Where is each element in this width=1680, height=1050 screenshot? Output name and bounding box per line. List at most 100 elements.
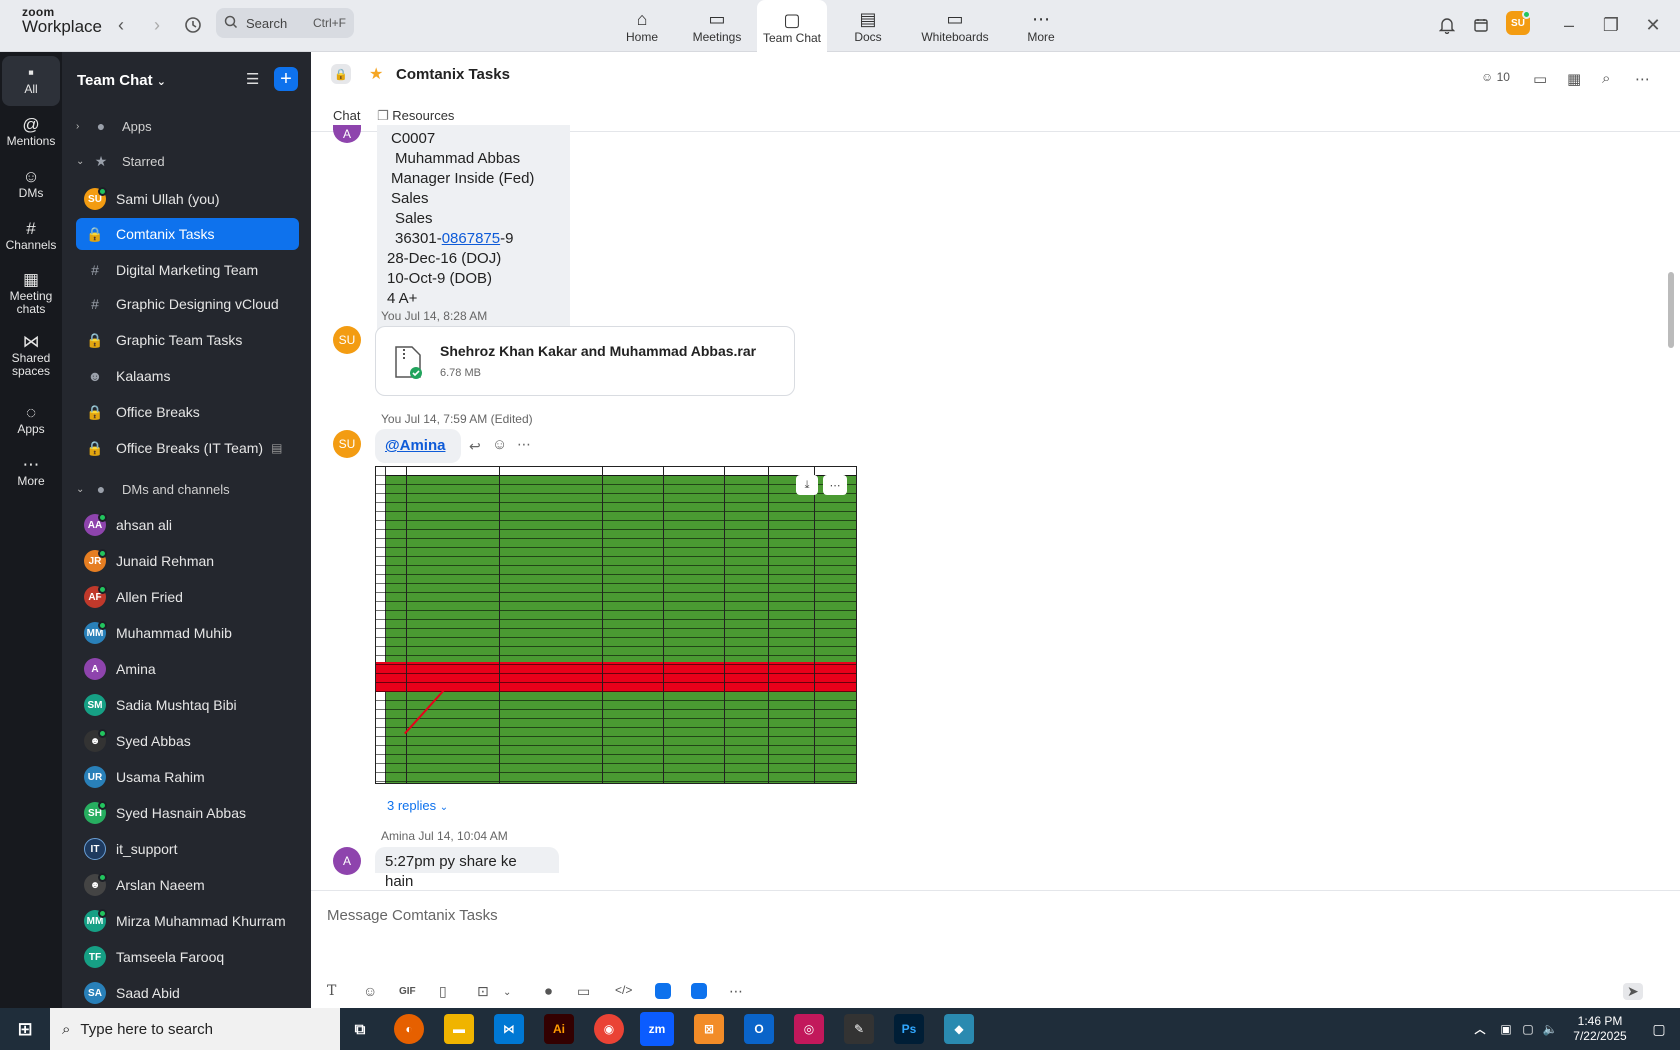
rail-channels[interactable]: # Channels <box>2 212 60 262</box>
sidebar-item-graphic-team-tasks[interactable]: 🔒 Graphic Team Tasks <box>76 324 299 356</box>
search-icon[interactable]: ⌕ <box>1602 70 1610 87</box>
chrome-icon[interactable]: ◉ <box>594 1014 624 1044</box>
dm-item[interactable]: MM Muhammad Muhib <box>76 617 299 649</box>
folder-icon[interactable]: ▬ <box>444 1014 474 1044</box>
spreadsheet-image[interactable]: ⤓ ⋯ <box>375 466 857 784</box>
replies-link[interactable]: 3 replies ⌄ <box>387 798 448 813</box>
sidebar-title[interactable]: Team Chat ⌄ <box>77 72 166 89</box>
zoom-taskbar-icon[interactable]: zm <box>640 1012 674 1046</box>
dm-item[interactable]: UR Usama Rahim <box>76 761 299 793</box>
avatar[interactable]: A <box>333 847 361 875</box>
section-starred[interactable]: ⌄ ★ Starred <box>76 145 299 177</box>
section-dms-channels[interactable]: ⌄ ● DMs and channels <box>76 473 299 505</box>
dm-item[interactable]: ☻ Syed Abbas <box>76 725 299 757</box>
bell-icon[interactable] <box>1432 10 1462 40</box>
chevron-down-icon[interactable]: ⌄ <box>503 987 511 998</box>
sidebar-item-comtanix-tasks[interactable]: 🔒 Comtanix Tasks <box>76 218 299 250</box>
nav-team-chat[interactable]: ▢ Team Chat <box>757 0 827 53</box>
avatar[interactable]: SU <box>333 326 361 354</box>
firefox-icon[interactable]: ◐ <box>394 1014 424 1044</box>
dm-item[interactable]: SM Sadia Mushtaq Bibi <box>76 689 299 721</box>
forward-icon[interactable]: › <box>142 10 172 40</box>
sidebar-item-sami-ullah[interactable]: SU Sami Ullah (you) <box>76 183 299 215</box>
video-message-icon[interactable]: ▭ <box>577 983 590 1000</box>
download-icon[interactable]: ⤓ <box>796 475 818 495</box>
new-chat-button[interactable]: + <box>274 67 298 91</box>
vscode-icon[interactable]: ⋈ <box>494 1014 524 1044</box>
nav-home[interactable]: ⌂ Home <box>620 0 664 52</box>
dm-item[interactable]: ☻ Arslan Naeem <box>76 869 299 901</box>
dm-item[interactable]: JR Junaid Rehman <box>76 545 299 577</box>
nav-whiteboards[interactable]: ▭ Whiteboards <box>918 0 992 52</box>
sidebar-item-office-breaks-it[interactable]: 🔒 Office Breaks (IT Team) ▤ <box>76 432 299 464</box>
dm-item[interactable]: MM Mirza Muhammad Khurram <box>76 905 299 937</box>
app-icon[interactable] <box>655 983 671 999</box>
tab-resources[interactable]: ❐ Resources <box>377 108 454 124</box>
taskbar-clock[interactable]: 1:46 PM 7/22/2025 <box>1560 1014 1640 1044</box>
more-icon[interactable]: ⋯ <box>1635 70 1650 88</box>
tray-icon[interactable]: ▣ <box>1496 1014 1516 1044</box>
filter-icon[interactable]: ☰ <box>246 70 259 88</box>
rail-more[interactable]: ⋯ More <box>2 448 60 498</box>
user-avatar[interactable]: SU <box>1506 10 1531 35</box>
history-icon[interactable] <box>178 10 208 40</box>
gif-button[interactable]: GIF <box>399 986 416 997</box>
mention-link[interactable]: @Amina <box>385 437 445 454</box>
more-icon[interactable]: ⋯ <box>517 436 531 453</box>
dm-item[interactable]: IT it_support <box>76 833 299 865</box>
microphone-icon[interactable]: ⏺ <box>545 983 552 1000</box>
photoshop-icon[interactable]: Ps <box>894 1014 924 1044</box>
dm-item[interactable]: A Amina <box>76 653 299 685</box>
screenshot-icon[interactable]: ⊡ <box>477 983 489 1000</box>
reply-icon[interactable]: ↩ <box>469 438 481 455</box>
emoji-icon[interactable]: ☺ <box>492 436 507 453</box>
sidebar-item-office-breaks[interactable]: 🔒 Office Breaks <box>76 396 299 428</box>
more-icon[interactable]: ⋯ <box>823 475 847 495</box>
rail-shared-spaces[interactable]: ⋈ Shared spaces <box>2 328 60 384</box>
xampp-icon[interactable]: ⊠ <box>694 1014 724 1044</box>
outlook-icon[interactable]: O <box>744 1014 774 1044</box>
dm-item[interactable]: SA Saad Abid <box>76 977 299 1009</box>
rail-dms[interactable]: ☺ DMs <box>2 160 60 210</box>
star-icon[interactable]: ★ <box>369 64 383 84</box>
file-icon[interactable]: ▯ <box>439 983 447 1000</box>
creative-cloud-icon[interactable]: ◎ <box>794 1014 824 1044</box>
tray-icon[interactable]: ▢ <box>1518 1014 1538 1044</box>
gem-app-icon[interactable]: ◆ <box>944 1014 974 1044</box>
code-icon[interactable]: </> <box>615 983 632 997</box>
file-attachment[interactable]: Shehroz Khan Kakar and Muhammad Abbas.ra… <box>375 326 795 396</box>
section-apps[interactable]: › ● Apps <box>76 110 299 142</box>
dm-item[interactable]: AF Allen Fried <box>76 581 299 613</box>
sidebar-item-graphic-designing[interactable]: # Graphic Designing vCloud <box>76 288 299 320</box>
notifications-icon[interactable]: ▢ <box>1644 1014 1674 1044</box>
restore-icon[interactable]: ❐ <box>1596 10 1626 40</box>
rail-meeting-chats[interactable]: ▦ Meeting chats <box>2 266 60 322</box>
chevron-up-icon[interactable]: ︿ <box>1470 1014 1490 1044</box>
search-box[interactable]: Search Ctrl+F <box>216 8 354 38</box>
channel-title[interactable]: Comtanix Tasks <box>396 66 510 83</box>
rail-apps[interactable]: ◌ Apps <box>2 396 60 446</box>
task-view-icon[interactable]: ⧉ <box>345 1014 375 1044</box>
chat-scrollbar[interactable] <box>1668 272 1674 348</box>
illustrator-icon[interactable]: Ai <box>544 1014 574 1044</box>
dm-item[interactable]: TF Tamseela Farooq <box>76 941 299 973</box>
sidebar-item-digital-marketing[interactable]: # Digital Marketing Team <box>76 254 299 286</box>
windows-start-icon[interactable]: ⊞ <box>10 1014 40 1044</box>
rail-all[interactable]: ▪ All <box>2 56 60 106</box>
calendar-icon[interactable] <box>1466 10 1496 40</box>
close-icon[interactable]: ✕ <box>1638 10 1668 40</box>
sidebar-item-kalaams[interactable]: ☻ Kalaams <box>76 360 299 392</box>
nav-meetings[interactable]: ▭ Meetings <box>690 0 744 52</box>
rail-mentions[interactable]: @ Mentions <box>2 108 60 158</box>
more-icon[interactable]: ⋯ <box>729 983 743 1000</box>
members-button[interactable]: ☺ 10 <box>1481 70 1510 84</box>
calendar-icon[interactable]: ▦ <box>1567 70 1581 88</box>
format-text-icon[interactable]: T <box>327 983 336 999</box>
minimize-icon[interactable]: – <box>1554 10 1584 40</box>
app-icon[interactable] <box>691 983 707 999</box>
avatar[interactable]: SU <box>333 430 361 458</box>
send-icon[interactable]: ➤ <box>1623 983 1643 1000</box>
video-icon[interactable]: ▭ <box>1533 70 1547 88</box>
message-input[interactable]: Message Comtanix Tasks <box>327 907 498 924</box>
dm-item[interactable]: SH Syed Hasnain Abbas <box>76 797 299 829</box>
